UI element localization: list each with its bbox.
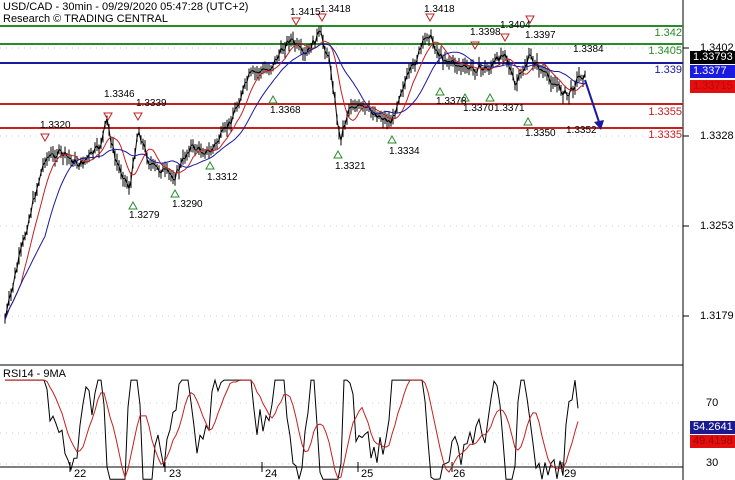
ma-price-tag: 1.3377 — [690, 65, 735, 78]
level-label: 1.3355 — [648, 106, 682, 118]
x-axis-day: 24 — [265, 468, 278, 480]
support-triangle-icon — [268, 94, 278, 104]
resistance-triangle-icon — [40, 133, 50, 143]
annotation: 1.3321 — [335, 161, 366, 172]
annotation: 1.3339 — [136, 98, 167, 109]
forecast-arrow — [584, 79, 601, 126]
rsi-axis-tick: 30 — [706, 457, 719, 469]
level-label: 1.3335 — [648, 129, 682, 141]
price-axis-tick: 1.3328 — [700, 130, 734, 142]
annotation: 1.3398 — [470, 27, 501, 38]
annotation: 1.3279 — [129, 210, 160, 221]
support-triangle-icon — [523, 116, 533, 126]
resistance-triangle-icon — [103, 112, 113, 122]
price-line — [4, 30, 586, 320]
support-triangle-icon — [128, 200, 138, 210]
resistance-triangle-icon — [291, 17, 301, 27]
rsi-title: RSI14 - 9MA — [3, 368, 66, 380]
level-label: 1.3405 — [648, 45, 682, 57]
chart-title: USD/CAD - 30min - 09/29/2020 05:47:28 (U… — [3, 1, 249, 13]
annotation: 1.3384 — [573, 44, 604, 55]
support-triangle-icon — [435, 86, 445, 96]
annotation: 1.3334 — [389, 146, 420, 157]
support-triangle-icon — [170, 188, 180, 198]
annotation: 1.3346 — [104, 89, 135, 100]
rsi-axis-tick: 70 — [706, 397, 719, 409]
resistance-triangle-icon — [133, 112, 143, 122]
resistance-triangle-icon — [425, 13, 435, 23]
x-axis-day: 29 — [564, 468, 577, 480]
resistance-triangle-icon — [500, 33, 510, 43]
annotation: 1.3418 — [424, 4, 455, 15]
x-axis-day: 26 — [453, 468, 466, 480]
annotation: 1.3378 — [436, 96, 467, 107]
x-axis-day: 23 — [169, 468, 182, 480]
annotation: 1.3418 — [320, 4, 351, 15]
support-triangle-icon — [333, 149, 343, 159]
ma-price-tag-red: 1.33715 — [690, 80, 735, 93]
annotation: 1.3415 — [290, 7, 321, 18]
annotation: 1.3350 — [525, 128, 556, 139]
x-axis-day: 25 — [361, 468, 374, 480]
support-triangle-icon — [205, 160, 215, 170]
support-triangle-icon — [485, 92, 495, 102]
annotation: 1.3397 — [525, 30, 556, 41]
chart-source: Research © TRADING CENTRAL — [3, 13, 168, 25]
annotation: 1.3352 — [566, 125, 597, 136]
last-price-tag: 1.33793 — [690, 51, 735, 64]
annotation: 1.3290 — [172, 199, 203, 210]
rsi-ma-tag: 49.4198 — [690, 435, 735, 448]
rsi-value-tag: 54.2641 — [690, 421, 735, 434]
annotation: 1.3370 — [463, 103, 494, 114]
annotation: 1.3312 — [207, 172, 238, 183]
level-label: 1.342 — [654, 27, 682, 39]
moving-average-slow — [4, 43, 586, 321]
level-label: 1.339 — [654, 64, 682, 76]
annotation: 1.3371 — [494, 103, 525, 114]
support-triangle-icon — [387, 134, 397, 144]
price-axis-tick: 1.3179 — [700, 310, 734, 322]
annotation: 1.3320 — [40, 120, 71, 131]
price-axis-tick: 1.3253 — [700, 220, 734, 232]
x-axis-day: 22 — [74, 468, 87, 480]
annotation: 1.3368 — [270, 105, 301, 116]
price-chart — [0, 0, 689, 480]
moving-average-fast — [4, 40, 586, 321]
